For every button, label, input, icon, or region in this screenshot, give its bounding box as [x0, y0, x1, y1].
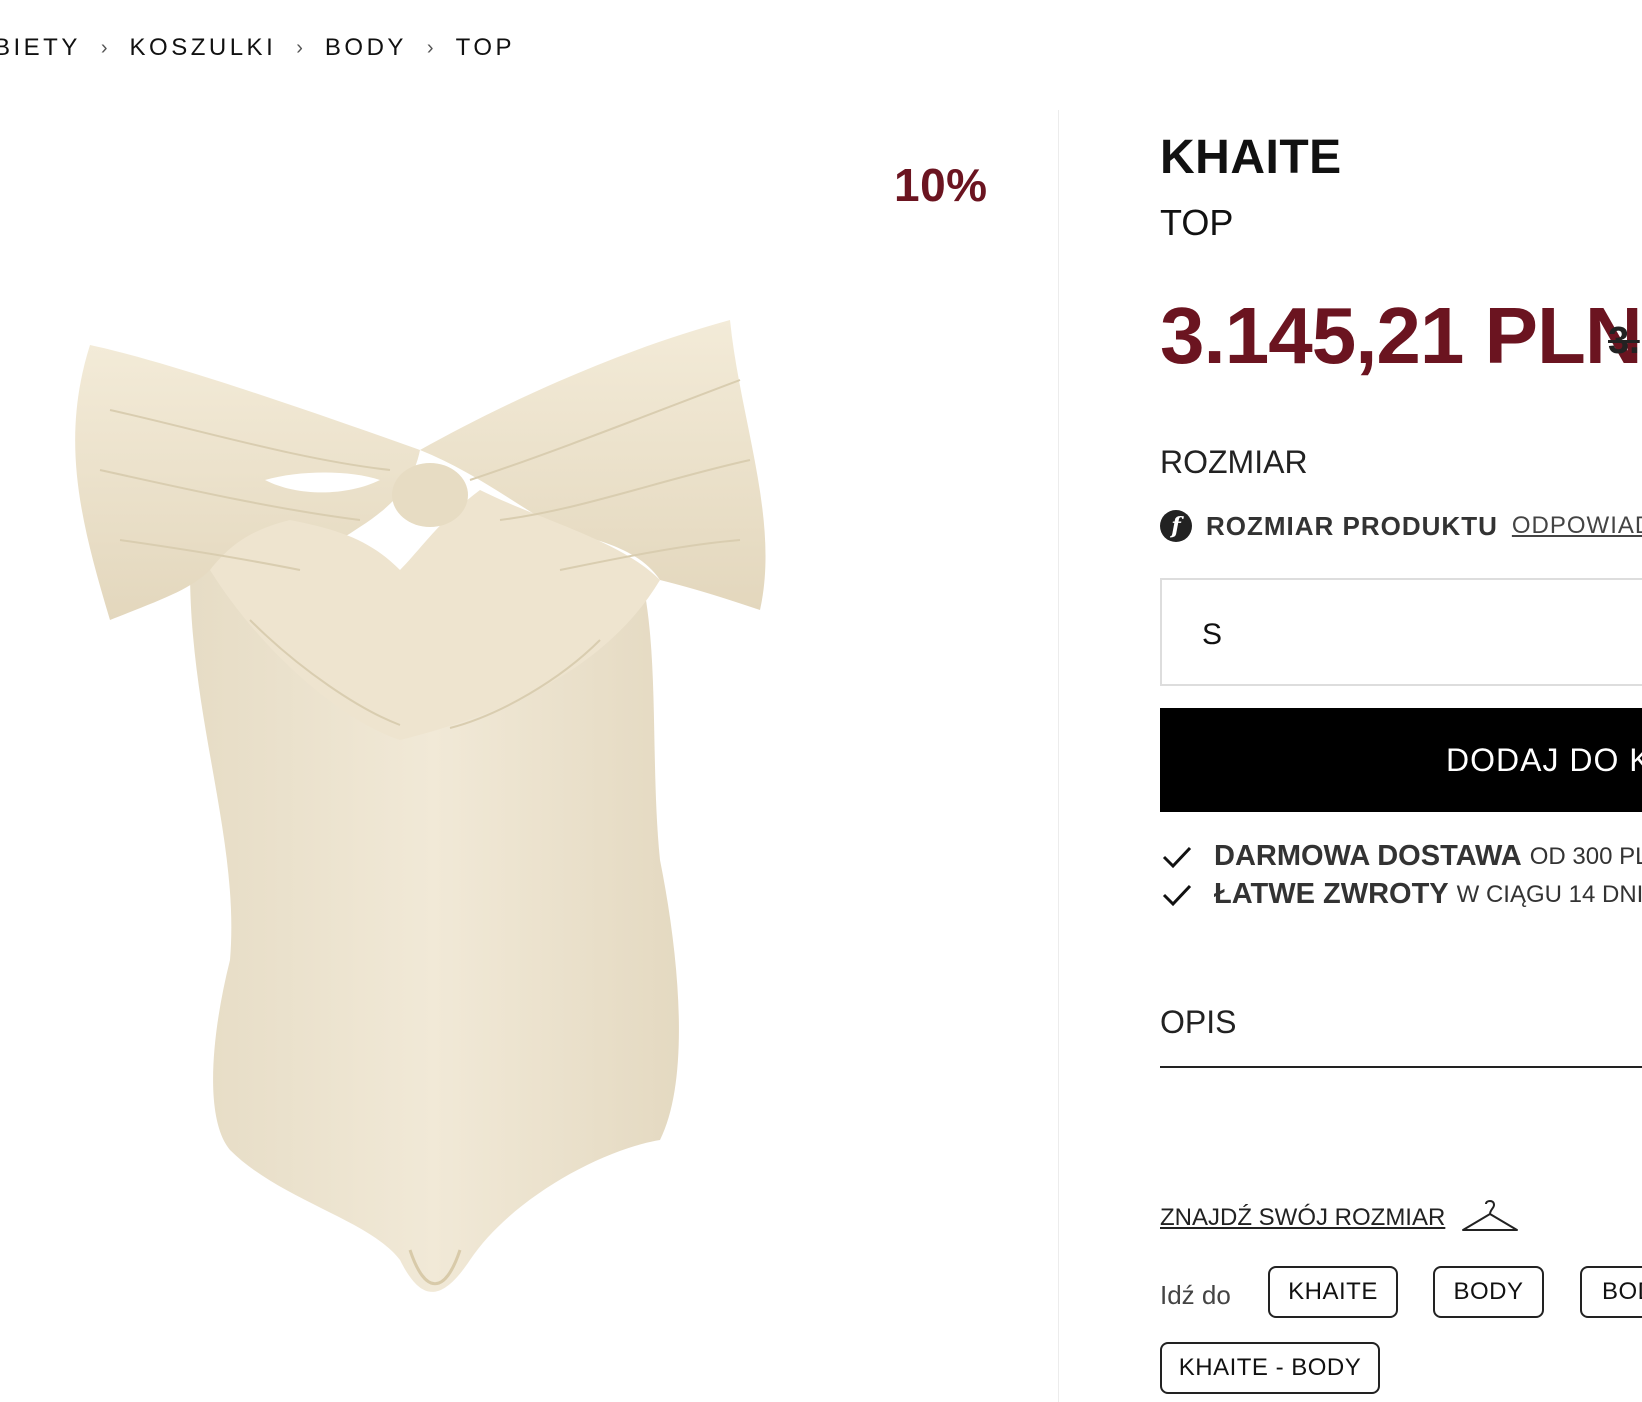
- column-divider: [1058, 110, 1059, 1402]
- fit-info: f ROZMIAR PRODUKTU ODPOWIAD: [1160, 510, 1642, 542]
- benefit-title: DARMOWA DOSTAWA: [1214, 840, 1522, 872]
- tag-chip-body-2[interactable]: BOD: [1580, 1266, 1642, 1318]
- check-icon: [1162, 846, 1192, 868]
- breadcrumb: BIETY › KOSZULKI › BODY › TOP: [0, 34, 515, 62]
- fit-finder-icon: f: [1160, 510, 1192, 542]
- sale-price: 3.145,21 PLN: [1160, 291, 1642, 380]
- discount-badge: 10%: [894, 159, 988, 211]
- brand-name[interactable]: KHAITE: [1160, 130, 1342, 185]
- benefit-free-shipping: DARMOWA DOSTAWA OD 300 PLI: [1160, 840, 1642, 873]
- breadcrumb-separator: ›: [426, 36, 434, 59]
- product-name: TOP: [1160, 202, 1234, 243]
- description-underline: [1160, 1066, 1642, 1068]
- breadcrumb-item-tshirts[interactable]: KOSZULKI: [130, 34, 277, 62]
- original-price: 3.: [1608, 320, 1640, 362]
- find-size-label: ZNAJDŹ SWÓJ ROZMIAR: [1160, 1204, 1446, 1231]
- benefit-detail: OD 300 PLI: [1529, 842, 1642, 870]
- add-to-cart-label: DODAJ DO K: [1446, 742, 1642, 778]
- product-image[interactable]: [40, 320, 820, 1320]
- check-icon: [1162, 884, 1192, 906]
- size-select[interactable]: S: [1160, 578, 1642, 686]
- tag-chip-khaite[interactable]: KHAITE: [1268, 1266, 1398, 1318]
- hanger-icon: [1462, 1200, 1519, 1231]
- find-size-link[interactable]: ZNAJDŹ SWÓJ ROZMIAR: [1160, 1200, 1519, 1236]
- breadcrumb-item-top[interactable]: TOP: [456, 34, 515, 62]
- benefit-detail: W CIĄGU 14 DNI: [1456, 880, 1642, 908]
- benefit-title: ŁATWE ZWROTY: [1214, 878, 1449, 910]
- add-to-cart-button[interactable]: DODAJ DO K: [1160, 708, 1642, 812]
- breadcrumb-item-body[interactable]: BODY: [325, 34, 407, 62]
- fit-link[interactable]: ODPOWIAD: [1512, 512, 1642, 540]
- description-tab[interactable]: OPIS: [1160, 1004, 1236, 1041]
- size-selected-value: S: [1202, 618, 1223, 651]
- breadcrumb-separator: ›: [296, 36, 303, 59]
- size-label: ROZMIAR: [1160, 444, 1308, 480]
- tag-chip-khaite-body[interactable]: KHAITE - BODY: [1160, 1342, 1380, 1394]
- breadcrumb-item-women[interactable]: BIETY: [0, 34, 81, 62]
- tag-chip-body[interactable]: BODY: [1433, 1266, 1544, 1318]
- benefit-easy-returns: ŁATWE ZWROTY W CIĄGU 14 DNI: [1160, 878, 1642, 911]
- fit-label: ROZMIAR PRODUKTU: [1206, 510, 1498, 541]
- breadcrumb-separator: ›: [100, 36, 108, 59]
- go-to-label: Idź do: [1160, 1280, 1231, 1310]
